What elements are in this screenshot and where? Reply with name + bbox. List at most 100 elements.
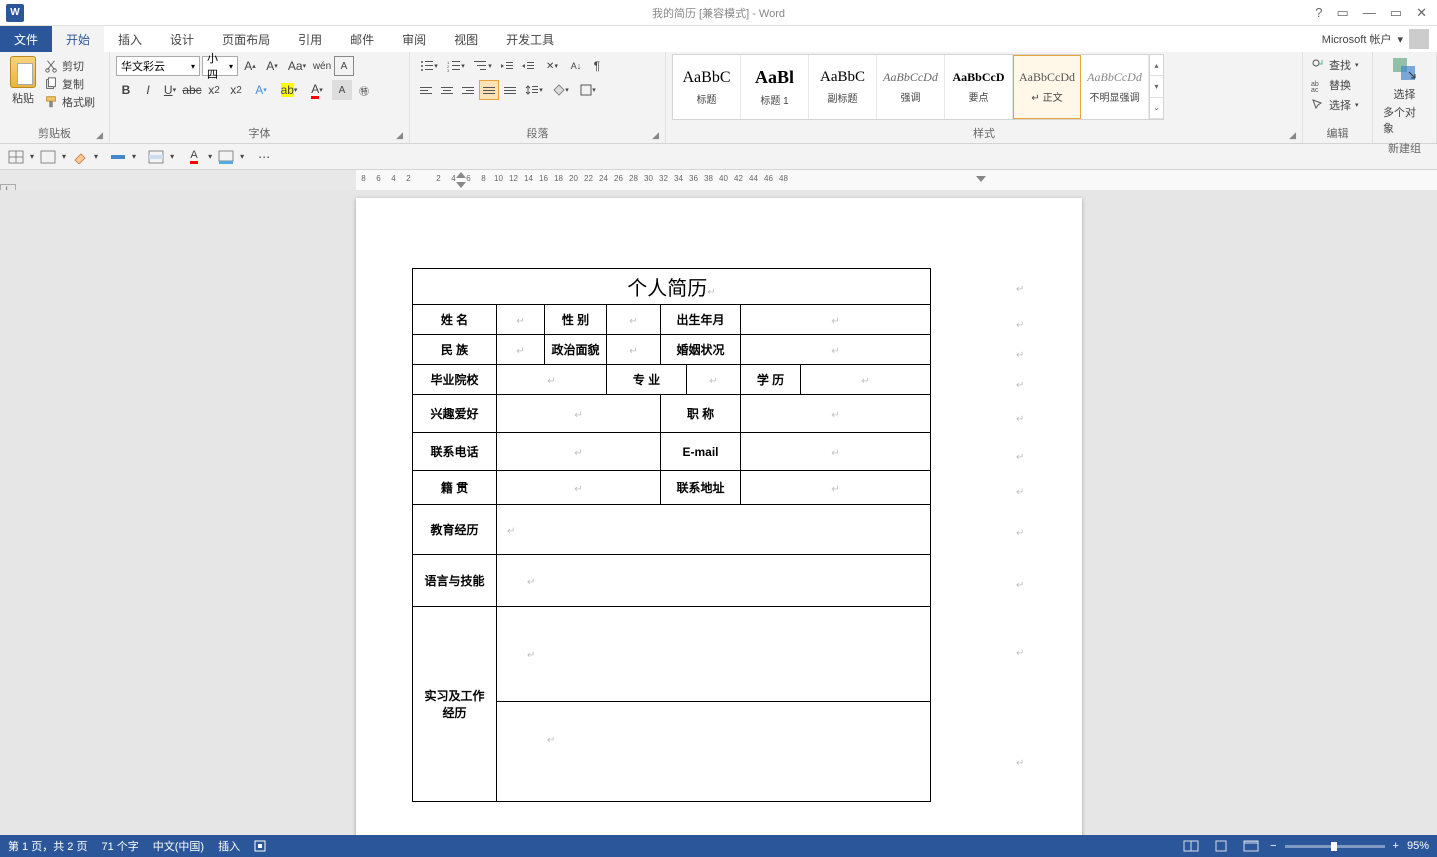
cut-button[interactable]: 剪切 [44, 58, 95, 74]
tab-design[interactable]: 设计 [156, 26, 208, 52]
find-button[interactable]: 查找▾ [1309, 56, 1361, 74]
style-item-副标题[interactable]: AaBbC副标题 [809, 55, 877, 119]
grow-font-button[interactable]: A▴ [240, 56, 260, 76]
align-center-button[interactable] [437, 80, 457, 100]
font-color-button[interactable]: A▾ [304, 80, 330, 100]
italic-button[interactable]: I [138, 80, 158, 100]
maximize-button[interactable]: ▭ [1390, 5, 1402, 21]
clipboard-launcher-icon[interactable]: ◢ [96, 130, 103, 141]
replace-button[interactable]: abac替换 [1309, 76, 1361, 94]
select-multiple-objects-button[interactable]: 选择 多个对象 [1379, 54, 1430, 138]
underline-button[interactable]: U▾ [160, 80, 180, 100]
font-launcher-icon[interactable]: ◢ [396, 130, 403, 141]
label-marriage: 婚姻状况 [676, 343, 724, 357]
text-effects-button[interactable]: A▾ [248, 80, 274, 100]
align-left-button[interactable] [416, 80, 436, 100]
tab-view[interactable]: 视图 [440, 26, 492, 52]
font-size-combo[interactable]: 小四▾ [202, 56, 238, 76]
borders-button[interactable]: ▾ [575, 80, 601, 100]
shrink-font-button[interactable]: A▾ [262, 56, 282, 76]
insert-table-icon[interactable] [38, 148, 58, 166]
change-case-button[interactable]: Aa▾ [284, 56, 310, 76]
draw-table-icon[interactable] [6, 148, 26, 166]
more-icon[interactable]: ⋯ [254, 148, 274, 166]
multilevel-list-button[interactable]: ▾ [470, 56, 496, 76]
phonetic-guide-button[interactable]: wén [312, 56, 332, 76]
gallery-scroll-btn[interactable]: ▾ [1150, 76, 1163, 97]
tab-developer[interactable]: 开发工具 [492, 26, 568, 52]
tab-review[interactable]: 审阅 [388, 26, 440, 52]
line-spacing-button[interactable]: ▾ [521, 80, 547, 100]
enclose-characters-button[interactable]: ㊕ [354, 80, 374, 100]
horizontal-ruler[interactable]: 8642246810121416182022242628303234363840… [0, 170, 1437, 190]
style-item-不明显强调[interactable]: AaBbCcDd不明显强调 [1081, 55, 1149, 119]
view-web-layout-button[interactable] [1240, 838, 1262, 854]
insert-row-icon[interactable] [146, 148, 166, 166]
gallery-scroll-btn[interactable]: ⌄ [1150, 98, 1163, 119]
zoom-in-button[interactable]: + [1393, 840, 1399, 852]
align-right-button[interactable] [458, 80, 478, 100]
help-icon[interactable]: ? [1315, 5, 1322, 21]
close-button[interactable]: ✕ [1416, 5, 1427, 21]
asian-layout-button[interactable]: ✕▾ [539, 56, 565, 76]
resume-table[interactable]: 个人简历↵ 姓 名 ↵ 性 别 ↵ 出生年月 ↵ 民 族 ↵ 政治面貌 ↵ 婚姻… [412, 268, 931, 802]
style-item-↵正文[interactable]: AaBbCcDd↵ 正文 [1013, 55, 1081, 119]
tab-page-layout[interactable]: 页面布局 [208, 26, 284, 52]
right-indent-marker[interactable] [976, 176, 986, 182]
style-item-标题1[interactable]: AaBl标题 1 [741, 55, 809, 119]
first-line-indent-marker[interactable] [456, 172, 466, 178]
highlight-button[interactable]: ab▾ [276, 80, 302, 100]
zoom-slider[interactable] [1285, 845, 1385, 848]
show-marks-button[interactable]: ¶ [587, 56, 607, 76]
view-print-layout-button[interactable] [1210, 838, 1232, 854]
character-shading-button[interactable]: A [332, 80, 352, 100]
gallery-scroll-btn[interactable]: ▴ [1150, 55, 1163, 76]
tab-insert[interactable]: 插入 [104, 26, 156, 52]
style-item-要点[interactable]: AaBbCcD要点 [945, 55, 1013, 119]
style-item-强调[interactable]: AaBbCcDd强调 [877, 55, 945, 119]
minimize-button[interactable]: — [1363, 5, 1376, 21]
tab-file[interactable]: 文件 [0, 26, 52, 52]
shading-button[interactable]: ▾ [548, 80, 574, 100]
macro-record-icon[interactable] [254, 840, 266, 852]
copy-button[interactable]: 复制 [44, 76, 95, 92]
style-item-标题[interactable]: AaBbC标题 [673, 55, 741, 119]
numbering-button[interactable]: 123▾ [443, 56, 469, 76]
account-area[interactable]: Microsoft 帐户 ▾ [1322, 26, 1437, 52]
status-page[interactable]: 第 1 页，共 2 页 [8, 838, 87, 854]
character-border-button[interactable]: A [334, 56, 354, 76]
hanging-indent-marker[interactable] [456, 182, 466, 188]
superscript-button[interactable]: x2 [226, 80, 246, 100]
document-area[interactable]: 个人简历↵ 姓 名 ↵ 性 别 ↵ 出生年月 ↵ 民 族 ↵ 政治面貌 ↵ 婚姻… [0, 190, 1437, 835]
styles-launcher-icon[interactable]: ◢ [1289, 130, 1296, 141]
view-read-mode-button[interactable] [1180, 838, 1202, 854]
border-style-icon[interactable] [108, 148, 128, 166]
sort-button[interactable]: A↓ [566, 56, 586, 76]
paste-button[interactable]: 粘贴 [6, 54, 40, 108]
format-painter-button[interactable]: 格式刷 [44, 94, 95, 110]
bullets-button[interactable]: ▾ [416, 56, 442, 76]
tab-references[interactable]: 引用 [284, 26, 336, 52]
fill-color-icon[interactable] [216, 148, 236, 166]
align-justify-button[interactable] [479, 80, 499, 100]
status-word-count[interactable]: 71 个字 [101, 838, 138, 854]
bold-button[interactable]: B [116, 80, 136, 100]
zoom-level[interactable]: 95% [1407, 840, 1429, 852]
ribbon-display-options-icon[interactable]: ▭ [1337, 5, 1349, 21]
resume-title: 个人简历 [627, 278, 707, 300]
status-language[interactable]: 中文(中国) [153, 838, 204, 854]
pen-color-icon[interactable]: A [184, 148, 204, 166]
tab-home[interactable]: 开始 [52, 26, 104, 52]
tab-mailings[interactable]: 邮件 [336, 26, 388, 52]
subscript-button[interactable]: x2 [204, 80, 224, 100]
eraser-icon[interactable] [70, 148, 90, 166]
zoom-out-button[interactable]: − [1270, 840, 1276, 852]
select-button[interactable]: 选择▾ [1309, 96, 1361, 114]
decrease-indent-button[interactable] [497, 56, 517, 76]
strikethrough-button[interactable]: abc [182, 80, 202, 100]
status-insert-mode[interactable]: 插入 [218, 838, 240, 854]
paragraph-launcher-icon[interactable]: ◢ [652, 130, 659, 141]
increase-indent-button[interactable] [518, 56, 538, 76]
font-name-combo[interactable]: 华文彩云▾ [116, 56, 200, 76]
align-distribute-button[interactable] [500, 80, 520, 100]
